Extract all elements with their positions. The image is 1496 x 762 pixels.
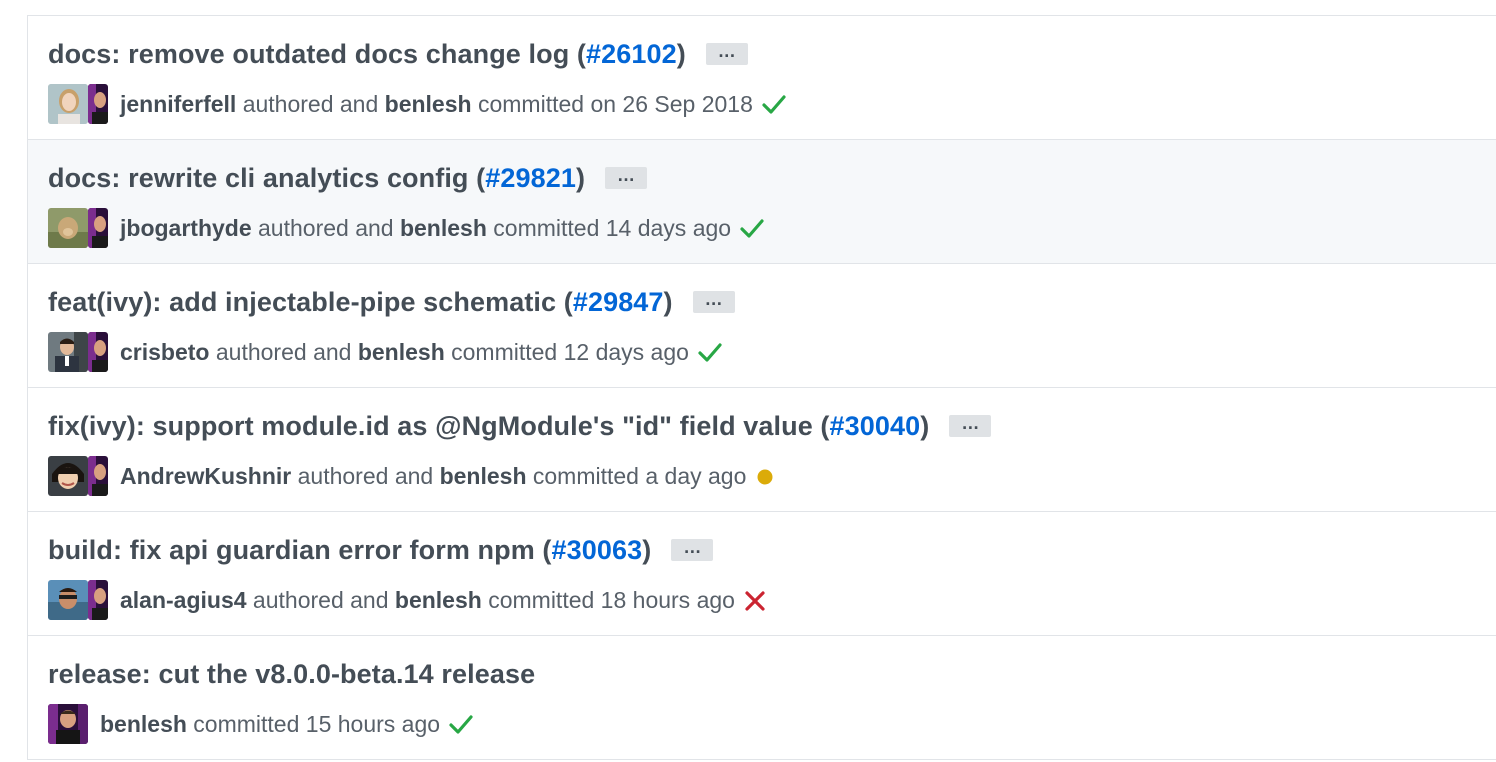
committer-avatar[interactable]: [88, 208, 108, 248]
avatar-stack: [48, 84, 108, 124]
committer-avatar[interactable]: [48, 704, 88, 744]
commit-meta: jenniferfell authored and benlesh commit…: [120, 90, 753, 117]
expand-message-button[interactable]: …: [671, 538, 714, 561]
commit-message[interactable]: fix(ivy): support module.id as @NgModule…: [48, 411, 929, 442]
pull-request-link[interactable]: #29847: [573, 287, 664, 317]
check-icon[interactable]: [448, 713, 474, 735]
check-icon[interactable]: [697, 341, 723, 363]
commit-item: feat(ivy): add injectable-pipe schematic…: [28, 264, 1496, 388]
expand-message-button[interactable]: …: [949, 414, 992, 437]
check-icon[interactable]: [739, 217, 765, 239]
commit-meta: benlesh committed 15 hours ago: [100, 710, 441, 737]
commit-message[interactable]: feat(ivy): add injectable-pipe schematic…: [48, 287, 673, 318]
author-avatar[interactable]: [48, 208, 88, 248]
committer-name[interactable]: benlesh: [440, 463, 527, 489]
commit-meta: crisbeto authored and benlesh committed …: [120, 338, 689, 365]
pull-request-link[interactable]: #30063: [552, 535, 643, 565]
expand-message-button[interactable]: …: [705, 42, 748, 65]
committer-name[interactable]: benlesh: [400, 215, 487, 241]
pull-request-link[interactable]: #29821: [485, 163, 576, 193]
commit-meta: AndrewKushnir authored and benlesh commi…: [120, 462, 747, 489]
commit-meta: jbogarthyde authored and benlesh committ…: [120, 214, 732, 241]
committer-avatar[interactable]: [88, 332, 108, 372]
author-avatar[interactable]: [48, 332, 88, 372]
commit-message[interactable]: docs: remove outdated docs change log (#…: [48, 39, 686, 70]
committer-avatar[interactable]: [88, 84, 108, 124]
author-avatar[interactable]: [48, 456, 88, 496]
committer-avatar[interactable]: [88, 580, 108, 620]
pull-request-link[interactable]: #26102: [586, 39, 677, 69]
avatar-stack: [48, 456, 108, 496]
commit-item: fix(ivy): support module.id as @NgModule…: [28, 388, 1496, 512]
avatar-stack: [48, 704, 88, 744]
author-name[interactable]: jenniferfell: [120, 91, 236, 117]
author-name[interactable]: crisbeto: [120, 339, 209, 365]
commit-message[interactable]: docs: rewrite cli analytics config (#298…: [48, 163, 585, 194]
committer-name[interactable]: benlesh: [100, 711, 187, 737]
commit-item: release: cut the v8.0.0-beta.14 release …: [28, 636, 1496, 760]
commit-item: docs: rewrite cli analytics config (#298…: [28, 140, 1496, 264]
commit-list: docs: remove outdated docs change log (#…: [27, 15, 1496, 760]
author-avatar[interactable]: [48, 84, 88, 124]
committer-name[interactable]: benlesh: [358, 339, 445, 365]
commit-item: build: fix api guardian error form npm (…: [28, 512, 1496, 636]
expand-message-button[interactable]: …: [605, 166, 648, 189]
avatar-stack: [48, 332, 108, 372]
commit-message[interactable]: build: fix api guardian error form npm (…: [48, 535, 651, 566]
author-name[interactable]: AndrewKushnir: [120, 463, 291, 489]
commit-item: docs: remove outdated docs change log (#…: [28, 16, 1496, 140]
x-icon[interactable]: [743, 589, 769, 611]
commit-meta: alan-agius4 authored and benlesh committ…: [120, 586, 735, 613]
check-icon[interactable]: [761, 93, 787, 115]
committer-avatar[interactable]: [88, 456, 108, 496]
author-name[interactable]: alan-agius4: [120, 587, 247, 613]
pending-dot-icon[interactable]: [754, 465, 780, 487]
committer-name[interactable]: benlesh: [385, 91, 472, 117]
author-avatar[interactable]: [48, 580, 88, 620]
expand-message-button[interactable]: …: [692, 290, 735, 313]
commit-message[interactable]: release: cut the v8.0.0-beta.14 release: [48, 659, 535, 690]
author-name[interactable]: jbogarthyde: [120, 215, 252, 241]
avatar-stack: [48, 208, 108, 248]
avatar-stack: [48, 580, 108, 620]
pull-request-link[interactable]: #30040: [830, 411, 921, 441]
committer-name[interactable]: benlesh: [395, 587, 482, 613]
